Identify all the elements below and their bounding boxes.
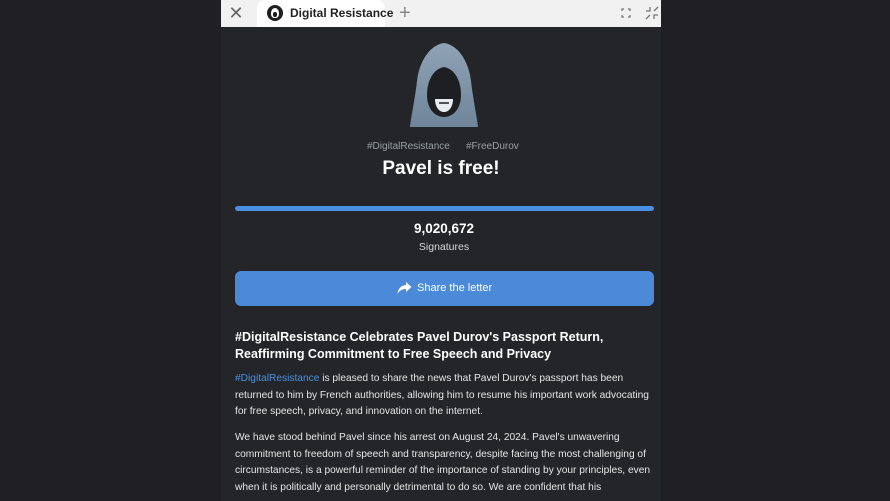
article-paragraph: We have stood behind Pavel since his arr… [235,432,651,493]
hooded-figure-logo [410,43,478,127]
hood-favicon-icon [267,5,283,21]
hashtag-digital-resistance[interactable]: #DigitalResistance [367,141,450,152]
minimize-icon[interactable] [645,6,659,20]
signature-count: 9,020,672 [413,221,475,236]
close-icon[interactable]: ✕ [227,4,245,22]
tab-title: Digital Resistance [290,6,394,20]
hashtag-free-durov[interactable]: #FreeDurov [466,141,519,152]
new-tab-icon[interactable]: + [399,3,411,23]
page-content: #DigitalResistance #FreeDurov Pavel is f… [221,27,661,501]
tab-digital-resistance[interactable]: Digital Resistance [257,0,393,27]
restore-icon[interactable] [621,8,631,18]
article-paragraph: #DigitalResistance is pleased to share t… [235,371,655,421]
tab-bar: ✕ Digital Resistance + [221,0,661,27]
share-arrow-icon [397,282,412,294]
hashtag-link[interactable]: #DigitalResistance [235,373,319,384]
article-title: #DigitalResistance Celebrates Pavel Duro… [235,330,604,361]
share-letter-button[interactable]: Share the letter [235,271,654,306]
page-title: Pavel is free! [382,158,500,179]
share-button-label: Share the letter [417,282,493,294]
signature-progress-bar [235,206,654,211]
signature-label: Signatures [418,241,470,253]
browser-window: ✕ Digital Resistance + #DigitalResistanc… [221,0,661,501]
signature-progress-fill [235,206,654,211]
